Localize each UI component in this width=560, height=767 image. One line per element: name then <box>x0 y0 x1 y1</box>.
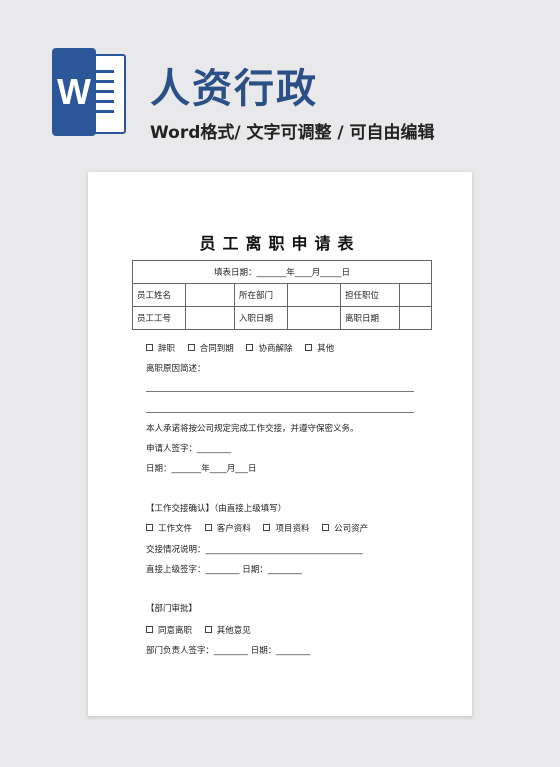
reason-options: 辞职 合同到期 协商解除 其他 <box>146 342 344 354</box>
info-table: 填表日期：_______年____月_____日 员工姓名 所在部门 担任职位 … <box>132 260 432 330</box>
table-cell: 员工姓名 <box>132 283 186 307</box>
option-label: 同意离职 <box>158 626 193 636</box>
table-cell[interactable] <box>287 306 341 330</box>
option-label: 公司资产 <box>334 524 369 534</box>
supervisor-signature[interactable]: 直接上级签字：________ 日期：________ <box>146 563 302 575</box>
checkbox[interactable] <box>146 626 153 633</box>
option-label: 其他意见 <box>216 626 251 636</box>
checkbox[interactable] <box>146 344 153 351</box>
table-cell[interactable] <box>287 283 341 307</box>
table-cell: 担任职位 <box>340 283 400 307</box>
handover-options: 工作文件 客户资料 项目资料 公司资产 <box>146 522 378 534</box>
banner-subtitle: Word格式/ 文字可调整 / 可自由编辑 <box>150 123 435 143</box>
handover-description[interactable]: 交接情况说明：_________________________________… <box>146 543 363 555</box>
promise-statement: 本人承诺将按公司规定完成工作交接，并遵守保密义务。 <box>146 424 359 434</box>
word-logo-icon: W <box>52 48 126 136</box>
fill-date: 填表日期：_______年____月_____日 <box>132 260 432 284</box>
option-label: 辞职 <box>158 344 176 354</box>
table-cell: 入职日期 <box>234 306 288 330</box>
table-row: 员工姓名 所在部门 担任职位 <box>132 283 432 307</box>
option-label: 协商解除 <box>258 344 293 354</box>
option-label: 项目资料 <box>275 524 310 534</box>
department-signature[interactable]: 部门负责人签字：________ 日期：________ <box>146 644 310 656</box>
option-label: 合同到期 <box>199 344 234 354</box>
table-cell: 离职日期 <box>340 306 400 330</box>
reason-description-label: 离职原因简述： <box>146 364 206 374</box>
writing-line[interactable] <box>146 412 414 413</box>
table-cell[interactable] <box>399 283 432 307</box>
table-cell: 所在部门 <box>234 283 288 307</box>
department-options: 同意离职 其他意见 <box>146 624 261 636</box>
option-label: 工作文件 <box>158 524 193 534</box>
table-cell[interactable] <box>185 283 235 307</box>
checkbox[interactable] <box>204 626 212 633</box>
checkbox[interactable] <box>246 344 254 351</box>
applicant-signature[interactable]: 申请人签字：________ <box>146 442 231 454</box>
handover-heading: 【工作交接确认】（由直接上级填写） <box>146 504 287 514</box>
checkbox[interactable] <box>146 524 153 531</box>
table-cell[interactable] <box>185 306 235 330</box>
table-row: 员工工号 入职日期 离职日期 <box>132 306 432 330</box>
department-heading: 【部门审批】 <box>146 604 198 614</box>
word-logo-letter: W <box>52 48 96 136</box>
writing-line[interactable] <box>146 391 414 392</box>
checkbox[interactable] <box>263 524 271 531</box>
option-label: 其他 <box>317 344 335 354</box>
banner-title: 人资行政 <box>150 66 318 112</box>
checkbox[interactable] <box>322 524 330 531</box>
option-label: 客户资料 <box>216 524 251 534</box>
checkbox[interactable] <box>187 344 195 351</box>
table-cell: 员工工号 <box>132 306 186 330</box>
document-page: 员工离职申请表 填表日期：_______年____月_____日 员工姓名 所在… <box>88 172 472 716</box>
table-cell[interactable] <box>399 306 432 330</box>
checkbox[interactable] <box>305 344 313 351</box>
checkbox[interactable] <box>204 524 212 531</box>
document-title: 员工离职申请表 <box>199 234 361 253</box>
date-line[interactable]: 日期：_______年____月___日 <box>146 462 257 474</box>
